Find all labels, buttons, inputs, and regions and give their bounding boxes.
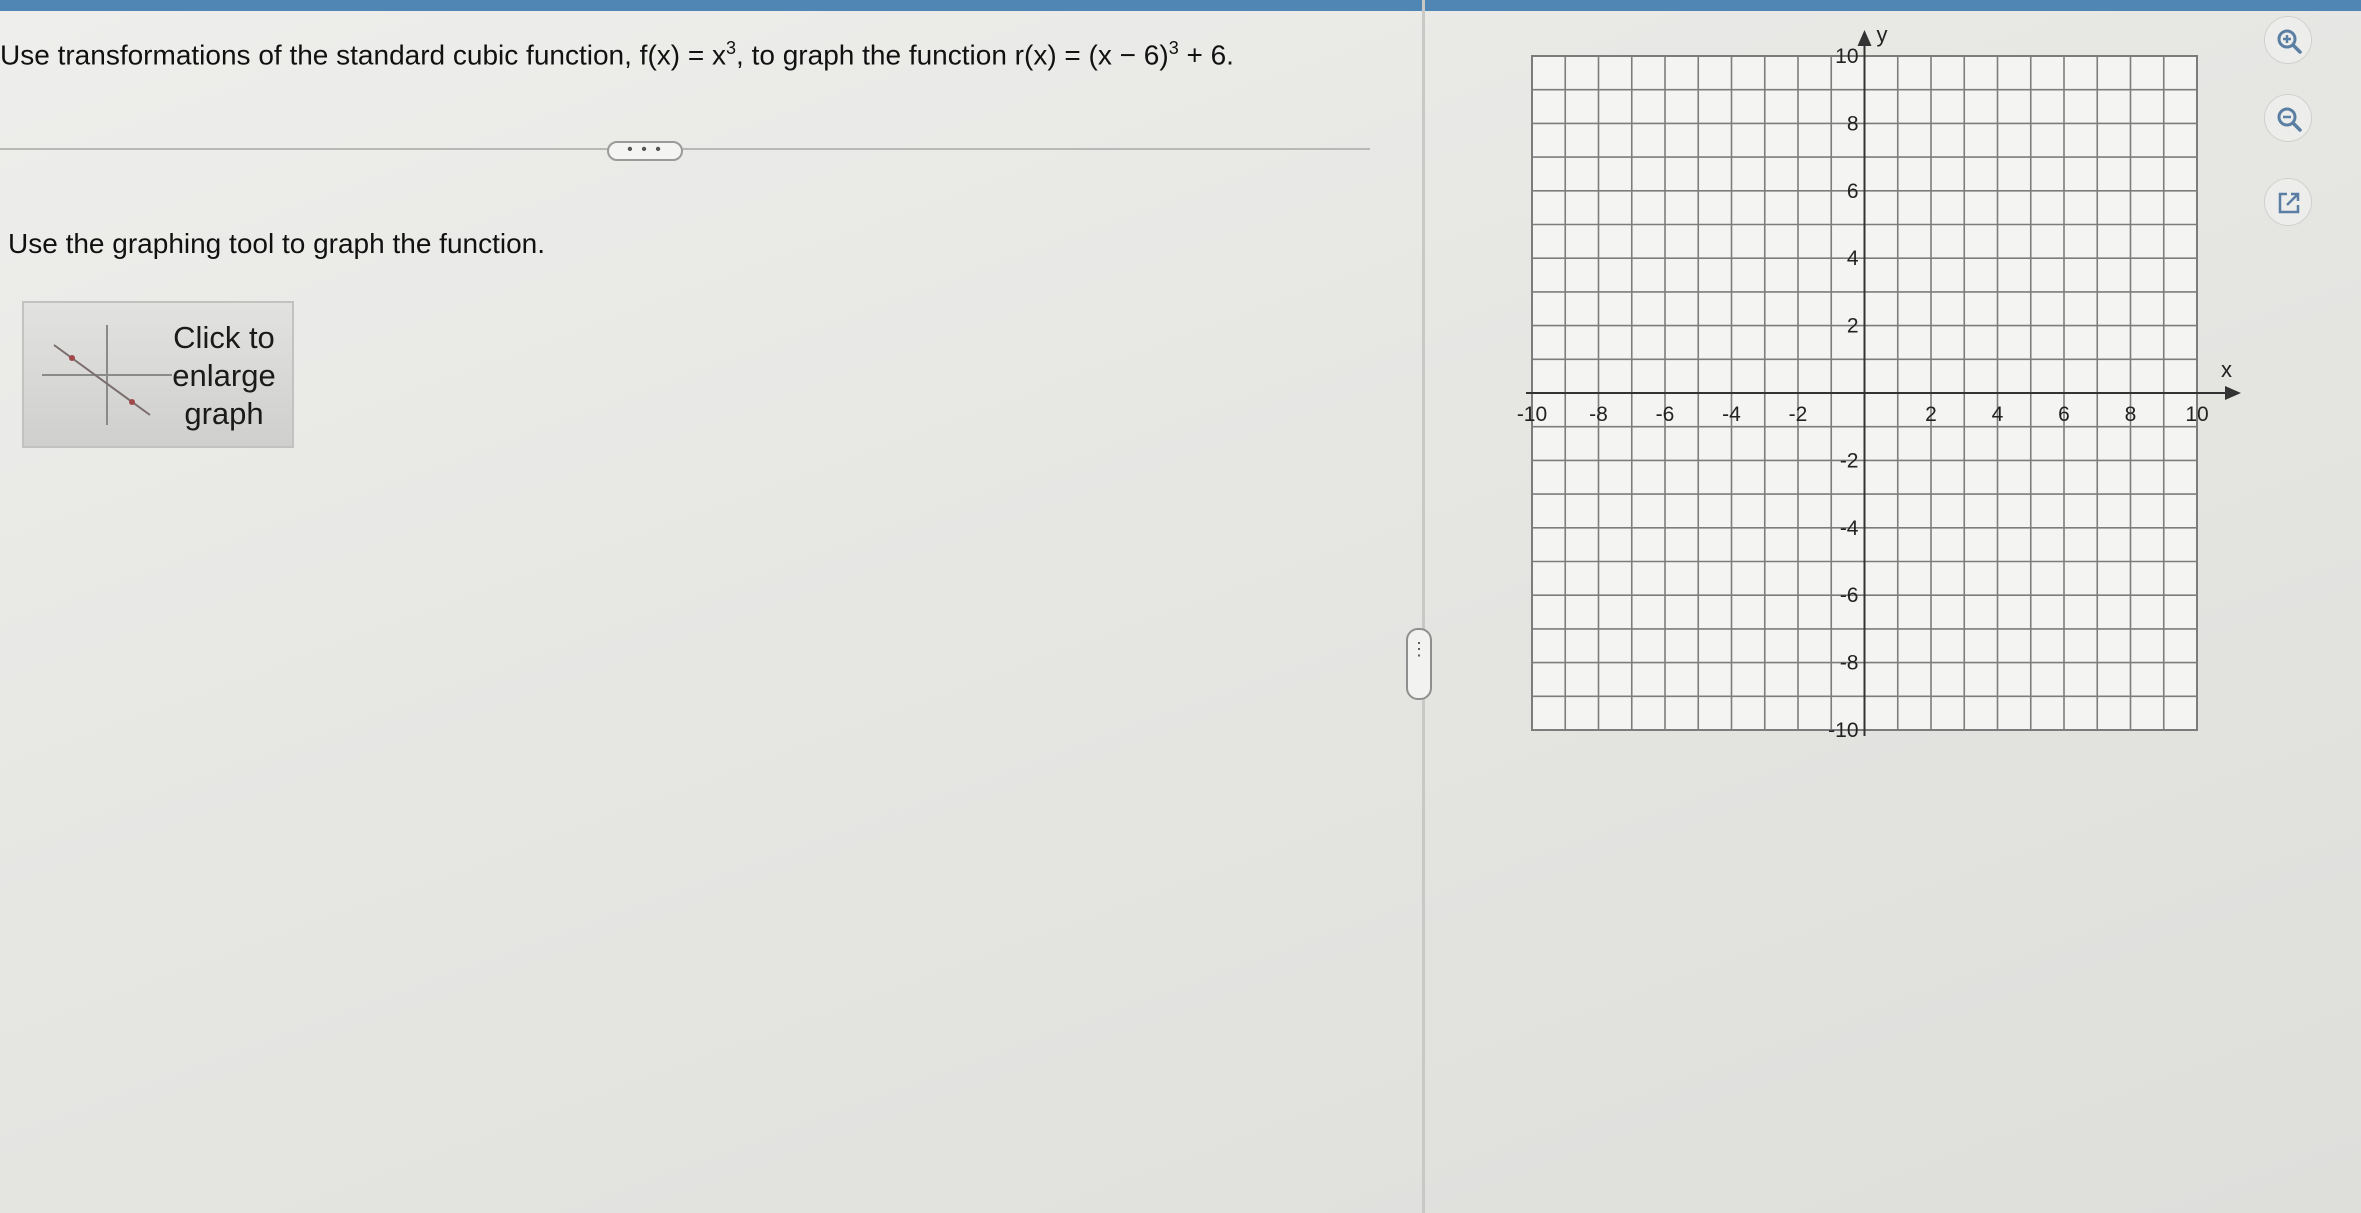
- y-tick-label: 4: [1847, 247, 1859, 270]
- x-tick-label: 4: [1992, 403, 2004, 426]
- y-tick-label: -10: [1828, 719, 1858, 742]
- top-bar: [0, 0, 2361, 11]
- question-exponent-2: 3: [1168, 38, 1179, 58]
- zoom-in-icon: [2277, 29, 2302, 54]
- question-part-3: + 6.: [1178, 39, 1234, 71]
- question-part-1: Use transformations of the standard cubi…: [0, 39, 727, 71]
- enlarge-graph-label: Click to enlarge graph: [154, 319, 294, 433]
- x-tick-label: 8: [2125, 403, 2137, 426]
- y-tick-label: 6: [1847, 180, 1859, 203]
- section-divider: [0, 148, 1370, 150]
- y-axis-label: y: [1877, 22, 1888, 47]
- question-part-2: , to graph the function r(x) = (x − 6): [736, 39, 1169, 71]
- x-tick-label: 2: [1925, 403, 1937, 426]
- enlarge-line-1: Click to: [173, 320, 275, 355]
- external-link-icon: [2278, 192, 2300, 214]
- expand-more-button[interactable]: • • •: [607, 141, 683, 161]
- zoom-out-icon: [2277, 107, 2302, 132]
- enlarge-line-2: enlarge: [172, 358, 276, 393]
- graph-area[interactable]: x y -10 -8 -6 -4 -2 2 4 6 8 10 10 8 6 4 2 -2 -4 -6 -8 -10: [1500, 20, 2270, 760]
- enlarge-line-3: graph: [184, 396, 264, 431]
- y-axis-arrow: [1857, 30, 1872, 46]
- x-tick-label: -2: [1789, 403, 1808, 426]
- y-tick-label: 8: [1847, 112, 1859, 135]
- x-tick-label: -10: [1517, 403, 1547, 426]
- y-tick-label: -8: [1840, 652, 1859, 675]
- y-tick-label: -2: [1840, 449, 1859, 472]
- instruction-text: Use the graphing tool to graph the funct…: [8, 228, 546, 259]
- zoom-out-button[interactable]: [2264, 94, 2312, 142]
- open-external-button[interactable]: [2264, 178, 2312, 226]
- x-tick-label: 10: [2185, 403, 2208, 426]
- x-tick-label: -4: [1722, 403, 1741, 426]
- y-tick-label: 10: [1835, 45, 1858, 68]
- x-tick-label: 6: [2058, 403, 2070, 426]
- x-tick-label: -6: [1656, 403, 1675, 426]
- x-tick-label: -8: [1589, 403, 1608, 426]
- question-exponent-1: 3: [726, 38, 737, 58]
- x-axis-label: x: [2221, 357, 2232, 382]
- splitter-handle[interactable]: ⋮: [1406, 628, 1432, 700]
- y-tick-label: -4: [1840, 517, 1859, 540]
- panel-splitter[interactable]: [1422, 0, 1425, 1213]
- enlarge-graph-button[interactable]: Click to enlarge graph: [22, 301, 294, 448]
- y-tick-label: 2: [1847, 315, 1859, 338]
- x-axis-arrow: [2225, 386, 2241, 400]
- y-tick-label: -6: [1840, 584, 1859, 607]
- zoom-in-button[interactable]: [2264, 16, 2312, 64]
- question-text: Use transformations of the standard cubi…: [0, 38, 1234, 71]
